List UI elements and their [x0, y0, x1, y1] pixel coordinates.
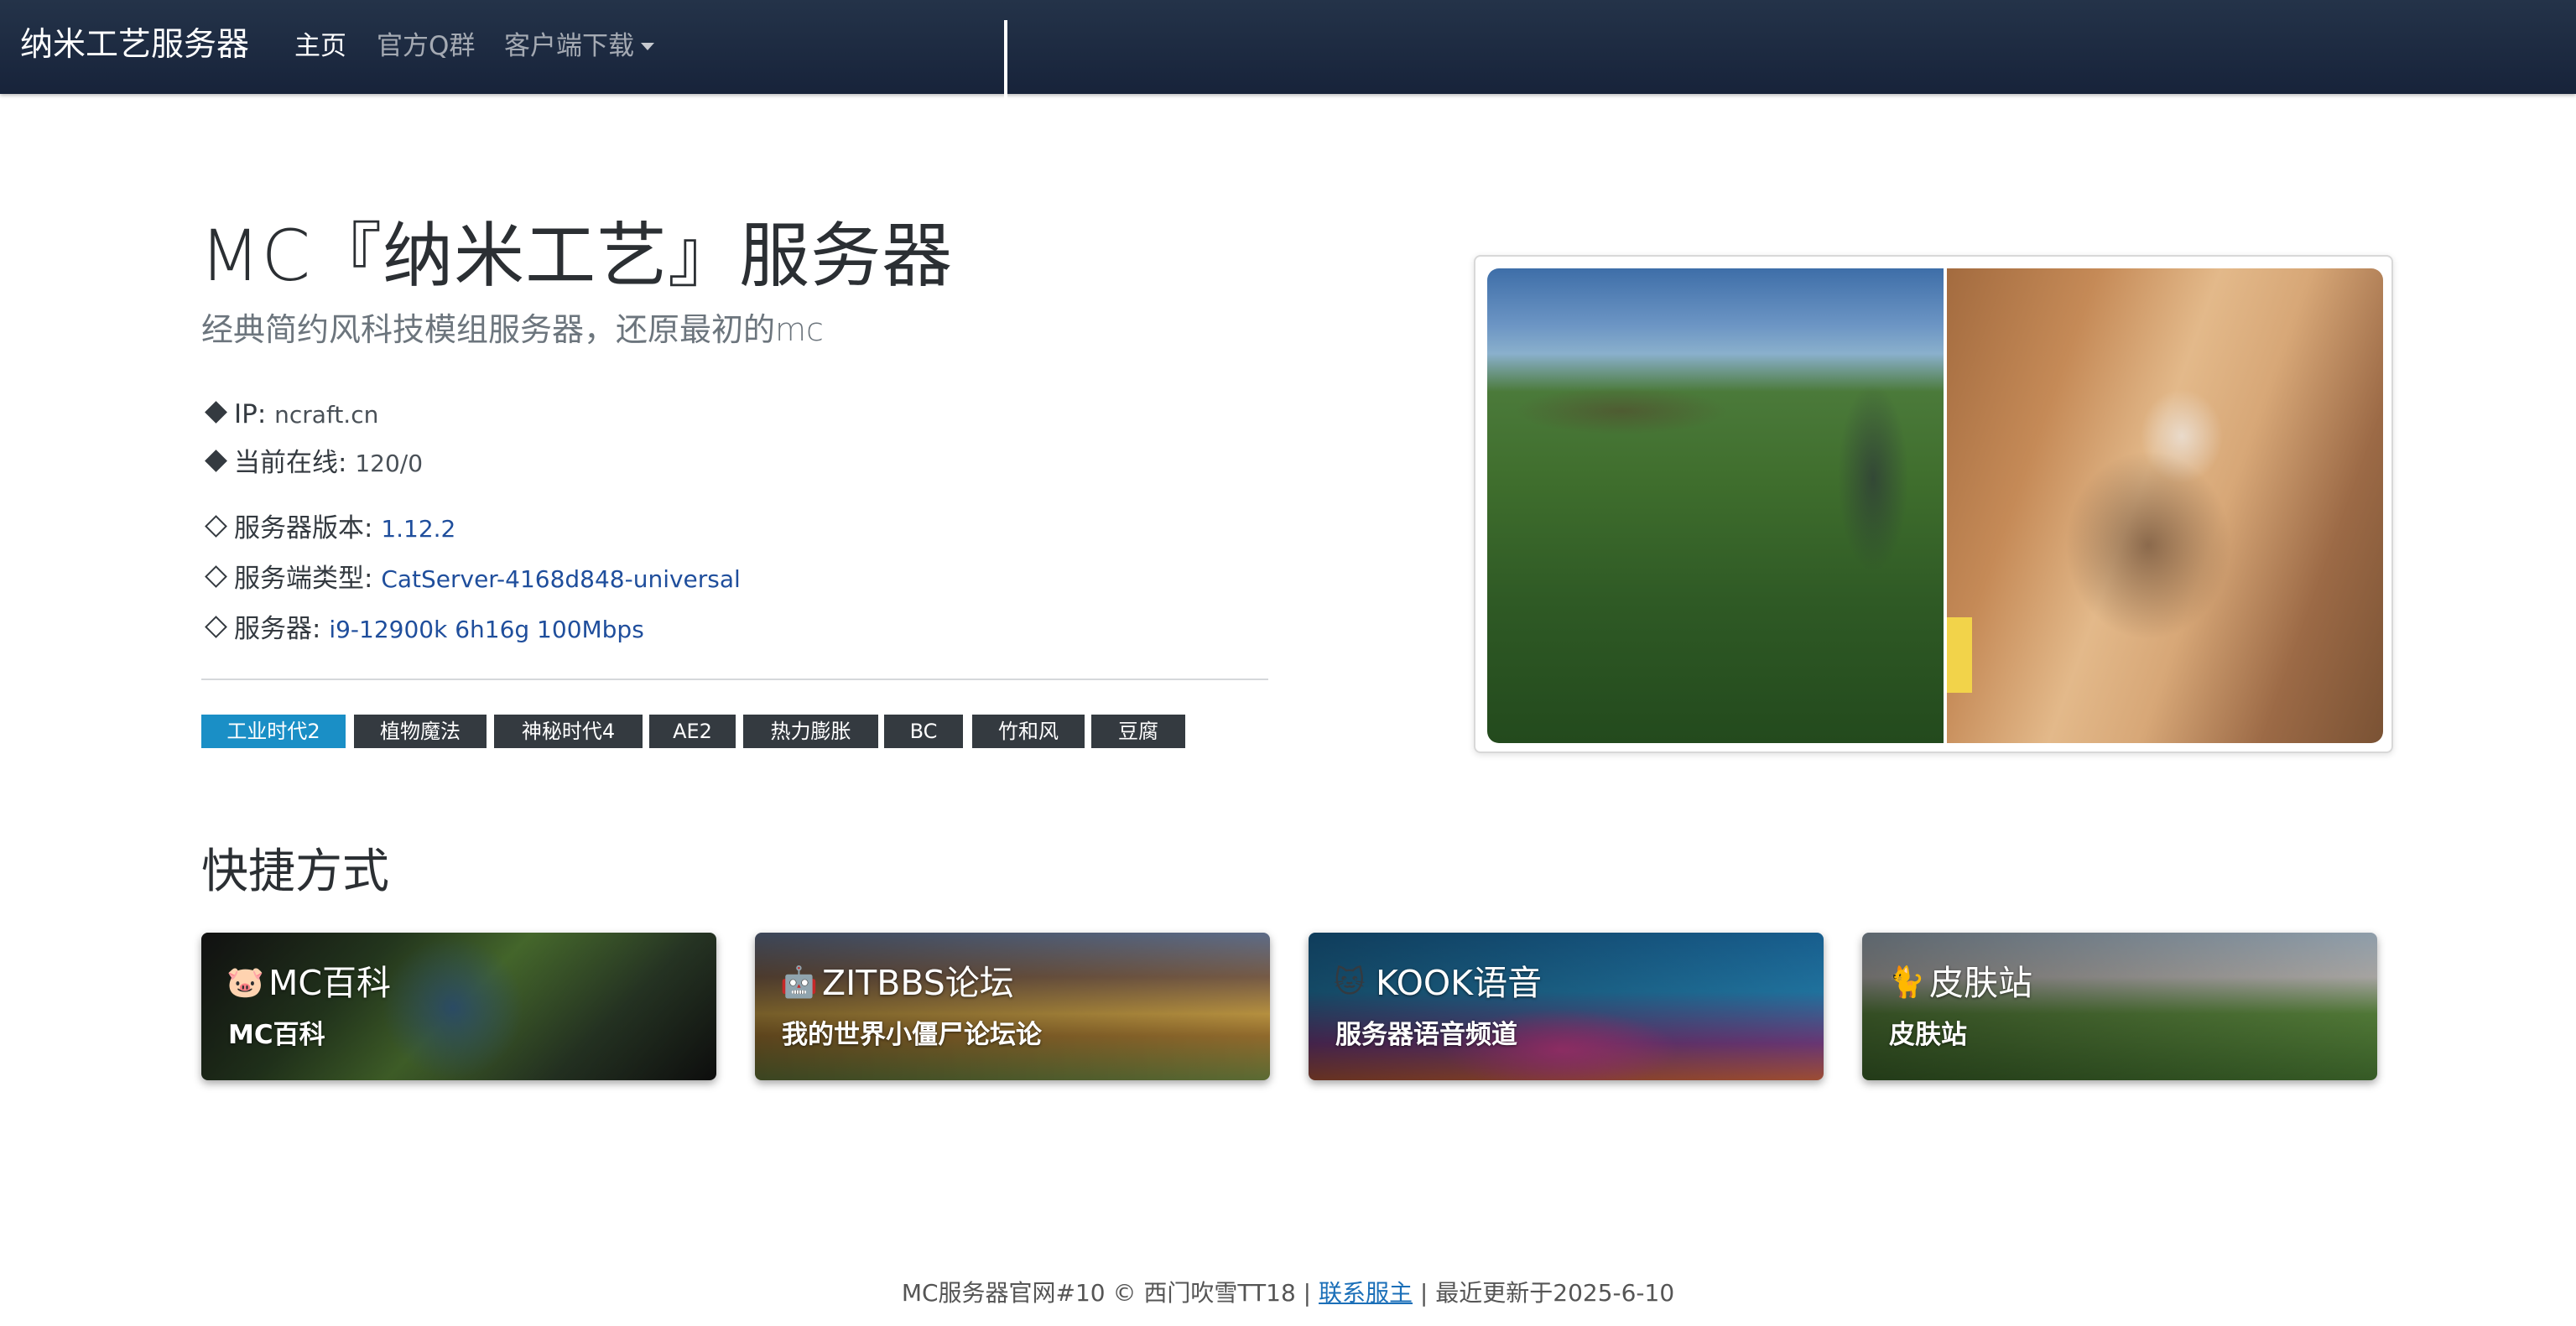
shortcut-card-skin-site[interactable]: 🐈 皮肤站 皮肤站: [1862, 933, 2377, 1080]
mod-tag: 豆腐: [1091, 715, 1185, 748]
divider: [201, 679, 1268, 680]
page-title: MC『纳米工艺』服务器: [200, 215, 954, 297]
online-count-label: 当前在线:: [234, 448, 347, 478]
robot-icon: 🤖: [780, 965, 818, 1000]
shortcut-card-subtitle: 皮肤站: [1889, 1020, 1967, 1050]
server-ip-label: IP:: [234, 399, 267, 429]
server-version-row: 服务器版本: 1.12.2: [201, 510, 455, 548]
shortcuts-title: 快捷方式: [201, 845, 389, 899]
diamond-filled-icon: [205, 450, 227, 472]
screenshot-left-image: [1487, 268, 1944, 743]
cat-face-icon: 🐱: [1334, 965, 1366, 1000]
screenshot-compare: [1474, 255, 2393, 753]
diamond-filled-icon: [205, 401, 227, 424]
server-type-label: 服务端类型:: [234, 564, 373, 594]
page-subtitle: 经典简约风科技模组服务器，还原最初的mc: [201, 311, 824, 348]
server-ip-value: ncraft.cn: [274, 401, 379, 429]
server-type-row: 服务端类型: CatServer-4168d848-universal: [201, 560, 741, 598]
shortcut-card-title: MC百科: [268, 963, 392, 1003]
shortcut-card-zitbbs[interactable]: 🤖 ZITBBS论坛 我的世界小僵尸论坛论: [755, 933, 1270, 1080]
server-type-value: CatServer-4168d848-universal: [381, 565, 741, 593]
pig-icon: 🐷: [226, 965, 264, 1000]
shortcut-card-title: 皮肤站: [1929, 963, 2032, 1003]
diamond-outline-icon: [205, 616, 227, 638]
mod-tag: 竹和风: [972, 715, 1085, 748]
server-hardware-value: i9-12900k 6h16g 100Mbps: [329, 616, 644, 643]
shortcut-card-subtitle: 服务器语音频道: [1335, 1020, 1517, 1050]
mod-tag: 热力膨胀: [743, 715, 878, 748]
slider-diamond-icon[interactable]: [987, 245, 1024, 282]
compare-slider-handle[interactable]: [987, 20, 1024, 495]
nav-link-qq-group[interactable]: 官方Q群: [377, 27, 475, 65]
footer-updated: | 最近更新于2025-6-10: [1419, 1279, 1675, 1307]
footer: MC服务器官网#10 © 西门吹雪TT18 | 联系服主 | 最近更新于2025…: [0, 1275, 2576, 1312]
online-count-value: 120/0: [355, 450, 424, 477]
mod-tag: AE2: [649, 715, 736, 748]
shortcut-card-kook[interactable]: 🐱 KOOK语音 服务器语音频道: [1309, 933, 1824, 1080]
navbar-brand[interactable]: 纳米工艺服务器: [20, 22, 249, 69]
navbar: 纳米工艺服务器 主页 官方Q群 客户端下载: [0, 0, 2576, 94]
mod-tag: BC: [884, 715, 963, 748]
mod-tag: 工业时代2: [201, 715, 346, 748]
server-version-label: 服务器版本:: [234, 513, 373, 543]
nav-link-client-download[interactable]: 客户端下载: [504, 27, 654, 65]
online-count-row: 当前在线: 120/0: [201, 445, 423, 482]
chevron-down-icon: [641, 43, 654, 50]
nav-link-client-download-label: 客户端下载: [504, 31, 634, 61]
mod-tag: 植物魔法: [354, 715, 487, 748]
shortcut-card-subtitle: 我的世界小僵尸论坛论: [782, 1020, 1042, 1050]
screenshot-right-image: [1947, 268, 2383, 743]
nav-link-home[interactable]: 主页: [294, 27, 346, 65]
shortcut-card-title: KOOK语音: [1376, 963, 1543, 1003]
contact-owner-link[interactable]: 联系服主: [1319, 1279, 1413, 1307]
black-cat-icon: 🐈: [1887, 965, 1925, 1000]
server-hardware-row: 服务器: i9-12900k 6h16g 100Mbps: [201, 611, 644, 648]
shortcut-card-subtitle: MC百科: [228, 1020, 325, 1050]
diamond-outline-icon: [205, 565, 227, 588]
server-version-value: 1.12.2: [381, 515, 456, 543]
shortcut-card-mcmod[interactable]: 🐷 MC百科 MC百科: [201, 933, 716, 1080]
server-ip-row: IP: ncraft.cn: [201, 396, 378, 434]
diamond-outline-icon: [205, 515, 227, 538]
shortcut-card-title: ZITBBS论坛: [822, 963, 1014, 1003]
server-hardware-label: 服务器:: [234, 614, 321, 644]
mod-tag: 神秘时代4: [494, 715, 643, 748]
footer-copyright: MC服务器官网#10 © 西门吹雪TT18 |: [901, 1279, 1312, 1307]
